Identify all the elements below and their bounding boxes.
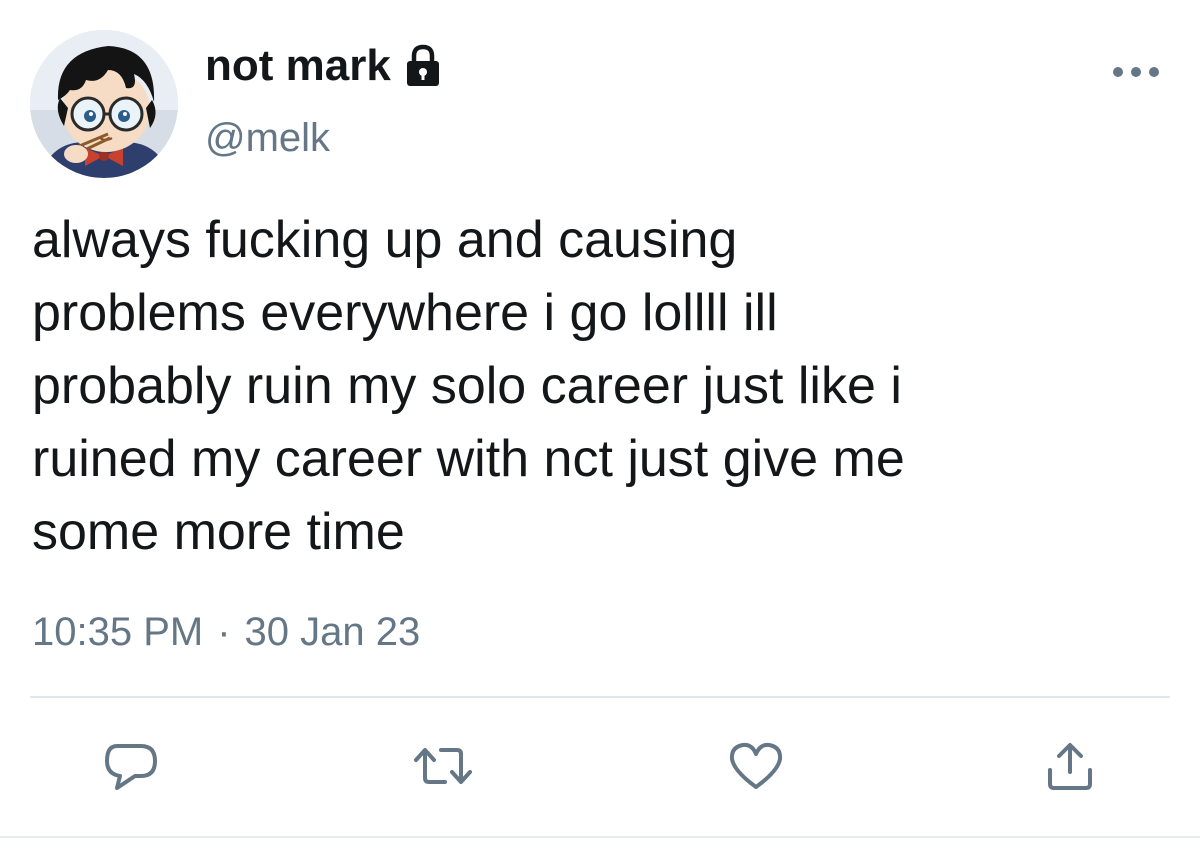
tweet-text: always fucking up and causing problems e… xyxy=(32,211,905,561)
divider xyxy=(30,696,1170,698)
retweet-icon xyxy=(413,742,473,795)
display-name-row: not mark xyxy=(205,38,443,94)
display-name[interactable]: not mark xyxy=(205,41,391,91)
more-horizontal-icon[interactable] xyxy=(1110,62,1162,82)
avatar-image xyxy=(30,30,178,178)
retweet-button[interactable] xyxy=(413,740,473,796)
share-button[interactable] xyxy=(1042,740,1098,796)
tweet-timestamp[interactable]: 10:35 PM · 30 Jan 23 xyxy=(32,610,420,655)
reply-button[interactable] xyxy=(103,740,159,796)
username-handle[interactable]: @melk xyxy=(205,116,330,161)
bottom-divider xyxy=(0,836,1200,838)
lock-icon xyxy=(403,44,443,88)
avatar[interactable] xyxy=(30,30,178,178)
meta-separator: · xyxy=(217,610,231,654)
tweet-time: 10:35 PM xyxy=(32,610,204,654)
like-button[interactable] xyxy=(728,740,784,796)
tweet-date: 30 Jan 23 xyxy=(244,610,421,654)
action-bar xyxy=(0,740,1200,800)
share-icon xyxy=(1044,740,1096,797)
heart-icon xyxy=(728,741,784,796)
reply-icon xyxy=(103,740,159,797)
